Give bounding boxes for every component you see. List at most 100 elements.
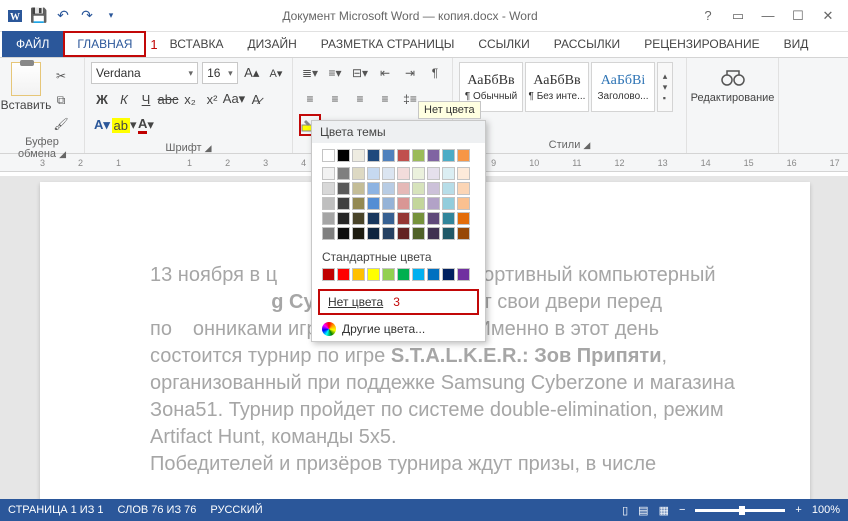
color-swatch[interactable]: [352, 149, 365, 162]
decrease-indent-icon[interactable]: ⇤: [374, 62, 396, 84]
color-swatch[interactable]: [442, 212, 455, 225]
color-swatch[interactable]: [397, 182, 410, 195]
color-swatch[interactable]: [382, 212, 395, 225]
color-swatch[interactable]: [382, 167, 395, 180]
no-color-button[interactable]: Нет цвета 3: [318, 289, 479, 315]
color-swatch[interactable]: [457, 167, 470, 180]
color-swatch[interactable]: [382, 149, 395, 162]
color-swatch[interactable]: [322, 197, 335, 210]
change-case-icon[interactable]: Aa▾: [223, 88, 245, 110]
status-word-count[interactable]: СЛОВ 76 ИЗ 76: [118, 504, 197, 516]
minimize-icon[interactable]: —: [754, 5, 782, 27]
color-swatch[interactable]: [322, 227, 335, 240]
zoom-level[interactable]: 100%: [812, 504, 840, 516]
color-swatch[interactable]: [457, 197, 470, 210]
subscript-button[interactable]: x₂: [179, 88, 201, 110]
view-print-icon[interactable]: ▤: [638, 504, 648, 517]
show-marks-icon[interactable]: ¶: [424, 62, 446, 84]
color-swatch[interactable]: [352, 167, 365, 180]
styles-more-button[interactable]: ▴▾▪: [657, 62, 673, 112]
color-swatch[interactable]: [442, 227, 455, 240]
help-icon[interactable]: ?: [694, 5, 722, 27]
color-swatch[interactable]: [352, 268, 365, 281]
color-swatch[interactable]: [412, 268, 425, 281]
zoom-slider[interactable]: [695, 509, 785, 512]
color-swatch[interactable]: [397, 149, 410, 162]
color-swatch[interactable]: [412, 167, 425, 180]
color-swatch[interactable]: [352, 227, 365, 240]
color-swatch[interactable]: [337, 268, 350, 281]
superscript-button[interactable]: x²: [201, 88, 223, 110]
tab-design[interactable]: ДИЗАЙН: [235, 31, 308, 57]
align-left-icon[interactable]: ≡: [299, 88, 321, 110]
color-swatch[interactable]: [457, 212, 470, 225]
increase-indent-icon[interactable]: ⇥: [399, 62, 421, 84]
tab-insert[interactable]: ВСТАВКА: [158, 31, 236, 57]
color-swatch[interactable]: [412, 182, 425, 195]
color-swatch[interactable]: [337, 212, 350, 225]
color-swatch[interactable]: [442, 182, 455, 195]
align-justify-icon[interactable]: ≡: [374, 88, 396, 110]
color-swatch[interactable]: [367, 268, 380, 281]
underline-button[interactable]: Ч: [135, 88, 157, 110]
color-swatch[interactable]: [412, 149, 425, 162]
paste-button[interactable]: Вставить: [6, 62, 46, 134]
copy-icon[interactable]: ⧉: [50, 90, 72, 110]
strikethrough-button[interactable]: abc: [157, 88, 179, 110]
color-swatch[interactable]: [397, 167, 410, 180]
style-no-spacing[interactable]: АаБбВв¶ Без инте...: [525, 62, 589, 112]
color-swatch[interactable]: [457, 227, 470, 240]
font-size-combo[interactable]: 16▾: [202, 62, 238, 84]
tab-references[interactable]: ССЫЛКИ: [466, 31, 541, 57]
color-swatch[interactable]: [352, 182, 365, 195]
color-swatch[interactable]: [382, 197, 395, 210]
color-swatch[interactable]: [412, 227, 425, 240]
color-swatch[interactable]: [442, 167, 455, 180]
color-swatch[interactable]: [337, 197, 350, 210]
color-swatch[interactable]: [367, 167, 380, 180]
color-swatch[interactable]: [427, 268, 440, 281]
multilevel-icon[interactable]: ⊟▾: [349, 62, 371, 84]
color-swatch[interactable]: [427, 227, 440, 240]
color-swatch[interactable]: [367, 212, 380, 225]
style-heading1[interactable]: АаБбВіЗаголово...: [591, 62, 655, 112]
color-swatch[interactable]: [442, 268, 455, 281]
qat-customize-icon[interactable]: ▾: [100, 5, 122, 27]
tab-layout[interactable]: РАЗМЕТКА СТРАНИЦЫ: [309, 31, 467, 57]
color-swatch[interactable]: [367, 182, 380, 195]
zoom-out-button[interactable]: −: [679, 504, 685, 516]
find-button[interactable]: Редактирование: [693, 62, 772, 151]
status-page[interactable]: СТРАНИЦА 1 ИЗ 1: [8, 504, 104, 516]
redo-icon[interactable]: ↷: [76, 5, 98, 27]
undo-icon[interactable]: ↶: [52, 5, 74, 27]
color-swatch[interactable]: [367, 149, 380, 162]
tab-home[interactable]: ГЛАВНАЯ: [63, 31, 146, 57]
color-swatch[interactable]: [322, 149, 335, 162]
color-swatch[interactable]: [382, 227, 395, 240]
color-swatch[interactable]: [337, 227, 350, 240]
color-swatch[interactable]: [457, 268, 470, 281]
color-swatch[interactable]: [442, 197, 455, 210]
format-painter-icon[interactable]: 🖌: [50, 114, 72, 134]
highlight-icon[interactable]: ab▾: [113, 114, 135, 136]
grow-font-icon[interactable]: A▴: [242, 62, 262, 84]
color-swatch[interactable]: [322, 167, 335, 180]
bold-button[interactable]: Ж: [91, 88, 113, 110]
color-swatch[interactable]: [457, 149, 470, 162]
zoom-in-button[interactable]: +: [795, 504, 801, 516]
color-swatch[interactable]: [337, 167, 350, 180]
color-swatch[interactable]: [322, 268, 335, 281]
color-swatch[interactable]: [337, 149, 350, 162]
color-swatch[interactable]: [427, 212, 440, 225]
color-swatch[interactable]: [397, 227, 410, 240]
tab-mailings[interactable]: РАССЫЛКИ: [542, 31, 632, 57]
color-swatch[interactable]: [427, 197, 440, 210]
color-swatch[interactable]: [352, 212, 365, 225]
color-swatch[interactable]: [382, 182, 395, 195]
font-name-combo[interactable]: Verdana▾: [91, 62, 198, 84]
save-icon[interactable]: 💾: [28, 5, 50, 27]
color-swatch[interactable]: [427, 149, 440, 162]
color-swatch[interactable]: [412, 212, 425, 225]
text-effects-icon[interactable]: A▾: [91, 114, 113, 136]
italic-button[interactable]: К: [113, 88, 135, 110]
